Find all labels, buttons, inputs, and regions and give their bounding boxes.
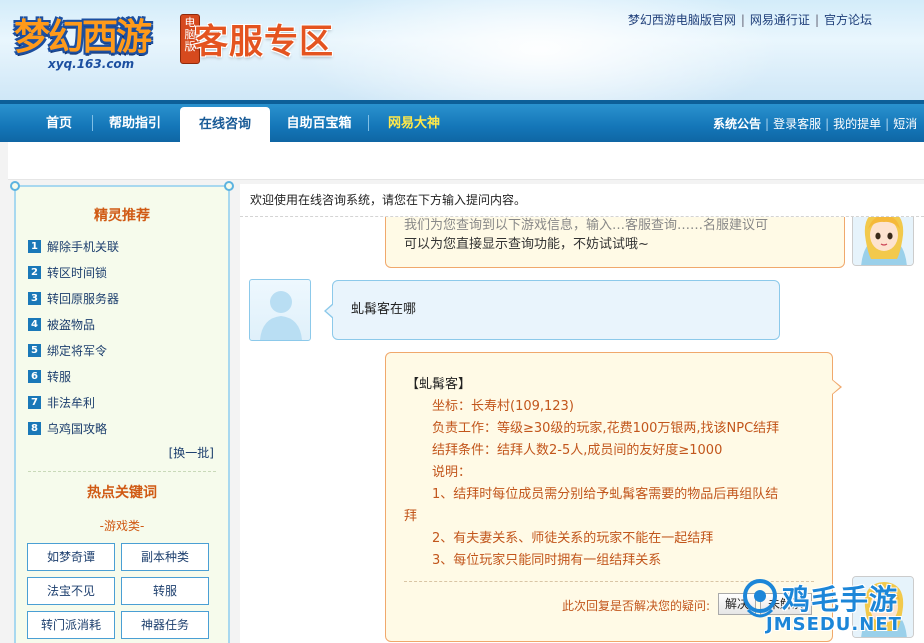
answer-line: 说明： <box>432 465 472 480</box>
keyword-button[interactable]: 副本种类 <box>121 543 209 571</box>
divider: | <box>814 13 819 27</box>
sub-bar <box>8 142 924 180</box>
recommend-item[interactable]: 3 转回原服务器 <box>28 285 119 311</box>
corner-ornament <box>224 181 234 191</box>
recommend-item[interactable]: 7 非法牟利 <box>28 389 119 415</box>
recommend-item[interactable]: 2 转区时间锁 <box>28 259 119 285</box>
keyword-button[interactable]: 如梦奇谭 <box>27 543 115 571</box>
nav-wangyi-dashen[interactable]: 网易大神 <box>376 104 452 142</box>
item-number: 8 <box>28 421 41 435</box>
divider: | <box>825 117 830 131</box>
nav-divider <box>92 115 93 131</box>
watermark-domain: JMSEDU.NET <box>766 614 902 635</box>
user-message-text: 虬髯客在哪 <box>351 302 417 317</box>
forum-link[interactable]: 官方论坛 <box>824 13 872 27</box>
logo-game-name: 梦幻西游 <box>14 17 152 58</box>
answer-line: 坐标：长寿村(109,123) <box>432 399 574 414</box>
user-message: 虬髯客在哪 <box>324 280 780 340</box>
recommend-item[interactable]: 4 被盗物品 <box>28 311 119 337</box>
zone-title: 客服专区 <box>194 22 334 62</box>
answer-line: 3、每位玩家只能同时拥有一组结拜关系 <box>432 553 662 568</box>
item-label: 转回原服务器 <box>47 291 120 306</box>
nav-right-links: 系统公告 | 登录客服 | 我的提单 | 短消 <box>713 104 917 144</box>
official-site-link[interactable]: 梦幻西游电脑版官网 <box>628 13 736 27</box>
swap-batch-link[interactable]: [换一批] <box>169 444 214 461</box>
answer-line: 结拜条件：结拜人数2-5人,成员间的友好度≥1000 <box>432 443 723 458</box>
bubble-pointer <box>832 379 842 395</box>
keyword-category: -游戏类- <box>99 519 145 533</box>
answer-line: 1、结拜时每位成员需分别给予虬髯客需要的物品后再组队结 <box>432 487 779 502</box>
passport-link[interactable]: 网易通行证 <box>750 13 810 27</box>
item-label: 绑定将军令 <box>47 343 108 358</box>
site-header: 梦幻西游 电脑版 xyq.163.com 客服专区 梦幻西游电脑版官网 | 网易通行… <box>0 0 924 100</box>
nav-divider <box>368 115 369 131</box>
recommend-item[interactable]: 1 解除手机关联 <box>28 233 119 259</box>
short-message-link[interactable]: 短消 <box>893 117 917 131</box>
logo-domain: xyq.163.com <box>48 57 135 71</box>
divider: | <box>740 13 745 27</box>
user-avatar <box>249 279 311 341</box>
login-service-link[interactable]: 登录客服 <box>773 117 821 131</box>
keyword-button[interactable]: 神器任务 <box>121 611 209 639</box>
recommend-item[interactable]: 6 转服 <box>28 363 119 389</box>
divider: | <box>765 117 770 131</box>
answer-line: 拜 <box>404 509 418 524</box>
nav-self-service[interactable]: 自助百宝箱 <box>278 104 360 142</box>
welcome-notice: 欢迎使用在线咨询系统，请您在下方输入提问内容。 <box>240 184 924 217</box>
feedback-question: 此次回复是否解决您的疑问: <box>562 599 711 613</box>
nav-home[interactable]: 首页 <box>30 104 88 142</box>
item-label: 解除手机关联 <box>47 239 120 254</box>
nav-help[interactable]: 帮助指引 <box>98 104 172 142</box>
user-silhouette-icon <box>260 291 302 340</box>
recommend-item[interactable]: 5 绑定将军令 <box>28 337 119 363</box>
item-label: 转区时间锁 <box>47 265 108 280</box>
item-label: 乌鸡国攻略 <box>47 421 108 436</box>
item-label: 转服 <box>47 369 72 384</box>
sidebar-divider <box>28 471 216 472</box>
site-watermark: 鸡毛手游 JMSEDU.NET <box>738 574 924 643</box>
recommend-item[interactable]: 8 乌鸡国攻略 <box>28 415 119 441</box>
corner-ornament <box>10 181 20 191</box>
recommend-title: 精灵推荐 <box>94 208 150 224</box>
item-number: 5 <box>28 343 41 357</box>
item-label: 被盗物品 <box>47 317 96 332</box>
keyword-button[interactable]: 转服 <box>121 577 209 605</box>
answer-title: 【虬髯客】 <box>406 377 472 392</box>
hot-keywords-title: 热点关键词 <box>87 485 157 501</box>
recommend-list: 1 解除手机关联 2 转区时间锁 3 转回原服务器 4 被盗物品 5 绑定将军令 6 转服 … <box>28 233 119 441</box>
system-notice-link[interactable]: 系统公告 <box>713 117 761 131</box>
answer-line: 2、有夫妻关系、师徒关系的玩家不能在一起结拜 <box>432 531 714 546</box>
bot-message-text: 可以为您直接显示查询功能，不妨试试哦~ <box>404 237 649 252</box>
item-number: 1 <box>28 239 41 253</box>
item-number: 4 <box>28 317 41 331</box>
item-number: 7 <box>28 395 41 409</box>
keyword-button[interactable]: 法宝不见 <box>27 577 115 605</box>
bubble-pointer <box>324 303 334 319</box>
answer-line: 负责工作：等级≥30级的玩家,花费100万银两,找该NPC结拜 <box>432 421 780 436</box>
item-number: 2 <box>28 265 41 279</box>
nav-online-consult[interactable]: 在线咨询 <box>180 107 270 146</box>
game-logo[interactable]: 梦幻西游 电脑版 xyq.163.com <box>14 8 200 72</box>
keyword-button[interactable]: 转门派消耗 <box>27 611 115 639</box>
item-number: 6 <box>28 369 41 383</box>
item-label: 非法牟利 <box>47 395 96 410</box>
item-number: 3 <box>28 291 41 305</box>
sidebar: 精灵推荐 1 解除手机关联 2 转区时间锁 3 转回原服务器 4 被盗物品 5 绑定将军令… <box>10 181 234 643</box>
main-nav: 首页 帮助指引 在线咨询 自助百宝箱 网易大神 系统公告 | 登录客服 | 我的提单 | 短… <box>0 100 924 146</box>
my-tickets-link[interactable]: 我的提单 <box>833 117 881 131</box>
divider: | <box>885 117 890 131</box>
top-links: 梦幻西游电脑版官网 | 网易通行证 | 官方论坛 <box>628 11 872 28</box>
watermark-text: 鸡毛手游 <box>782 583 899 616</box>
